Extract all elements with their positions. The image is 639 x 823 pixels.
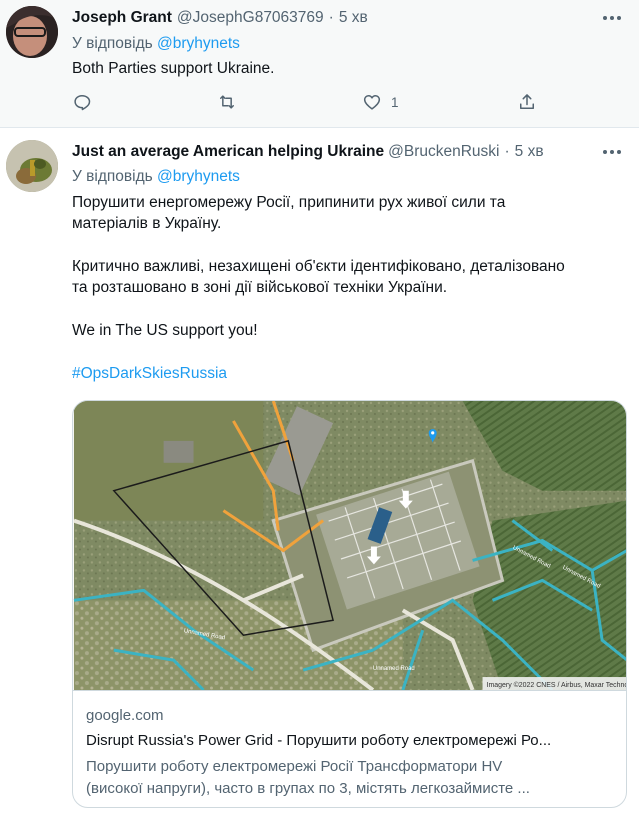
more-options-icon[interactable] xyxy=(603,15,621,21)
reply-prefix: У відповідь xyxy=(72,35,153,52)
separator: · xyxy=(504,143,510,160)
tweet-header: Joseph Grant @JosephG87063769 · 5 хв xyxy=(72,9,368,27)
tweet-text-line: Критично важливі, незахищені об'єкти іде… xyxy=(72,258,565,275)
reply-prefix: У відповідь xyxy=(72,168,153,185)
card-domain: google.com xyxy=(86,707,164,724)
reply-context: У відповідь @bryhynets xyxy=(72,168,240,186)
timestamp[interactable]: 5 хв xyxy=(515,143,544,161)
road-label: Unnamed Road xyxy=(373,666,415,672)
heart-icon xyxy=(363,95,381,110)
card-description-line: Порушити роботу електромережі Росії Тран… xyxy=(86,758,503,775)
share-icon xyxy=(520,94,534,109)
tweet-actions: 1 xyxy=(72,90,542,114)
tweet-text-line: We in The US support you! xyxy=(72,322,258,339)
card-description: Порушити роботу електромережі Росії Тран… xyxy=(86,756,614,800)
map-credit: Imagery ©2022 CNES / Airbus, Maxar Techn… xyxy=(487,681,627,689)
avatar[interactable] xyxy=(6,6,58,58)
like-count: 1 xyxy=(391,94,399,110)
satellite-map-image: Imagery ©2022 CNES / Airbus, Maxar Techn… xyxy=(73,401,627,691)
card-description-line: (високої напруги), часто в групах по 3, … xyxy=(86,780,530,797)
reply-mention-link[interactable]: @bryhynets xyxy=(157,35,240,52)
author-handle[interactable]: @BruckenRuski xyxy=(388,143,499,161)
reply-mention-link[interactable]: @bryhynets xyxy=(157,168,240,185)
tweet-text-line: та розташовано в зоні дії військової тех… xyxy=(72,279,448,296)
avatar-photo xyxy=(6,140,58,192)
reply-button[interactable] xyxy=(72,90,92,114)
retweet-button[interactable] xyxy=(217,90,237,114)
hashtag-link[interactable]: #OpsDarkSkiesRussia xyxy=(72,363,227,384)
avatar[interactable] xyxy=(6,140,58,192)
link-card[interactable]: Imagery ©2022 CNES / Airbus, Maxar Techn… xyxy=(72,400,627,808)
author-handle[interactable]: @JosephG87063769 xyxy=(177,9,324,27)
retweet-icon xyxy=(220,95,234,109)
like-button[interactable]: 1 xyxy=(362,90,399,114)
tweet-text-line: Порушити енергомережу Росії, припинити р… xyxy=(72,194,506,211)
reply-context: У відповідь @bryhynets xyxy=(72,35,240,53)
tweet-header: Just an average American helping Ukraine… xyxy=(72,143,544,161)
share-button[interactable] xyxy=(517,90,537,114)
card-title[interactable]: Disrupt Russia's Power Grid - Порушити р… xyxy=(86,732,614,749)
author-name[interactable]: Joseph Grant xyxy=(72,9,172,27)
avatar-photo xyxy=(6,6,58,58)
separator: · xyxy=(328,9,334,26)
author-name[interactable]: Just an average American helping Ukraine xyxy=(72,143,384,161)
more-options-icon[interactable] xyxy=(603,149,621,155)
tweet-1[interactable]: Joseph Grant @JosephG87063769 · 5 хв У в… xyxy=(0,0,639,128)
timestamp[interactable]: 5 хв xyxy=(339,9,368,27)
reply-icon xyxy=(74,95,91,111)
tweet-text-line: матеріалів в Україну. xyxy=(72,215,222,232)
tweet-text: Both Parties support Ukraine. xyxy=(72,60,275,77)
